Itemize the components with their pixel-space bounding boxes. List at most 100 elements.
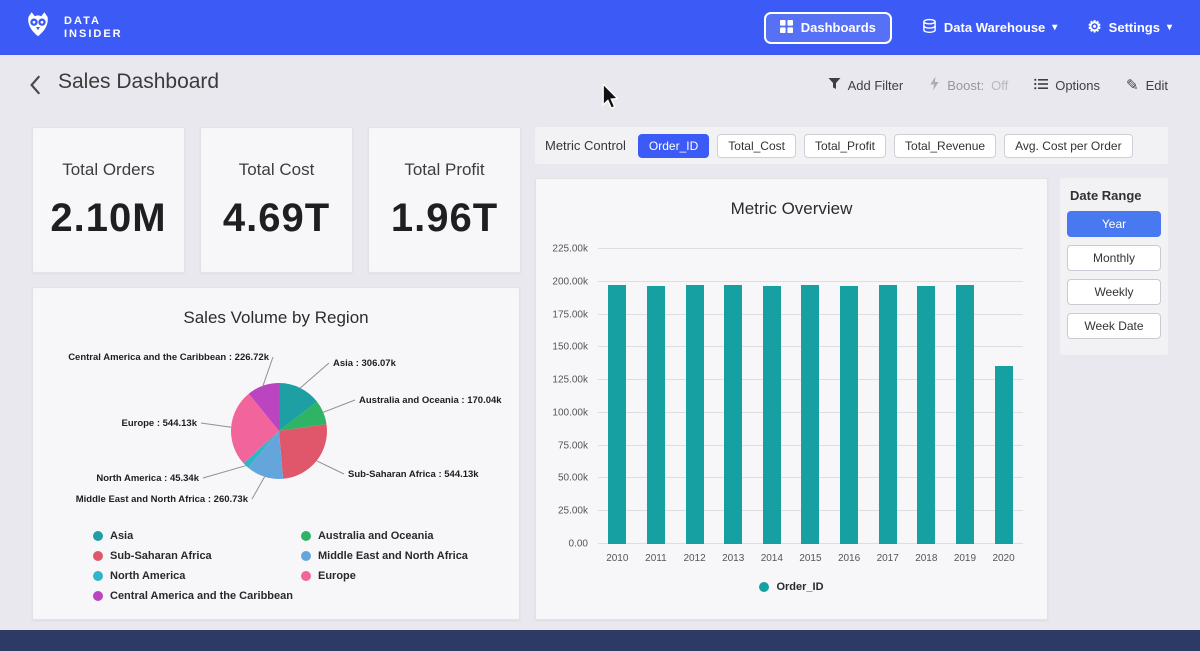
y-axis-tick: 175.00k <box>552 309 588 320</box>
bar-2016[interactable]: 2016 <box>837 249 861 544</box>
legend-dot <box>93 591 103 601</box>
bar-2017[interactable]: 2017 <box>876 249 900 544</box>
metric-overview-card: Metric Overview 0.0025.00k50.00k75.00k10… <box>535 178 1048 620</box>
bar-rect <box>917 286 935 544</box>
kpi-label: Total Orders <box>62 160 155 180</box>
boost-toggle[interactable]: Boost: Off <box>929 76 1008 94</box>
bar-2019[interactable]: 2019 <box>953 249 977 544</box>
legend-label: Australia and Oceania <box>318 530 434 542</box>
date-range-button-monthly[interactable]: Monthly <box>1067 245 1161 271</box>
nav-dashboards-label: Dashboards <box>801 20 876 35</box>
legend-dot <box>93 551 103 561</box>
boost-icon <box>929 76 940 94</box>
dashboards-grid-icon <box>780 20 793 36</box>
brand-logo[interactable]: DATA INSIDER <box>22 9 123 46</box>
kpi-card-total-profit: Total Profit 1.96T <box>368 127 521 273</box>
bar-2020[interactable]: 2020 <box>992 249 1016 544</box>
bar-plot: 0.0025.00k50.00k75.00k100.00k125.00k150.… <box>598 249 1023 544</box>
legend-item-australia-and-oceania[interactable]: Australia and Oceania <box>301 530 491 542</box>
footer-bar <box>0 630 1200 651</box>
bar-2015[interactable]: 2015 <box>798 249 822 544</box>
bar-rect <box>879 285 897 544</box>
legend-item-middle-east-and-north-africa[interactable]: Middle East and North Africa <box>301 550 491 562</box>
legend-label: Asia <box>110 530 133 542</box>
metric-button-order-id[interactable]: Order_ID <box>638 134 709 158</box>
legend-dot <box>93 531 103 541</box>
legend-dot <box>301 551 311 561</box>
legend-item-north-america[interactable]: North America <box>93 570 293 582</box>
pencil-icon: ✎ <box>1126 76 1139 94</box>
navbar-menu: Dashboards Data Warehouse ▾ ⚙ Settings ▾ <box>764 12 1172 44</box>
metric-button-total-revenue[interactable]: Total_Revenue <box>894 134 996 158</box>
metric-control-label: Metric Control <box>545 138 626 153</box>
legend-label: North America <box>110 570 185 582</box>
filter-funnel-icon <box>828 77 841 93</box>
pie-leader-line <box>300 363 329 388</box>
kpi-label: Total Cost <box>239 160 315 180</box>
nav-data-warehouse[interactable]: Data Warehouse ▾ <box>922 18 1057 37</box>
nav-data-warehouse-label: Data Warehouse <box>944 20 1045 35</box>
metric-button-avg-cost-per-order[interactable]: Avg. Cost per Order <box>1004 134 1133 158</box>
bar-2012[interactable]: 2012 <box>683 249 707 544</box>
pie-label-asia: Asia : 306.07k <box>333 358 397 369</box>
y-axis-tick: 125.00k <box>552 375 588 386</box>
metric-control-strip: Metric Control Order_ID Total_Cost Total_P… <box>535 127 1168 164</box>
y-axis-tick: 225.00k <box>552 244 588 255</box>
add-filter-label: Add Filter <box>848 78 904 93</box>
kpi-card-total-cost: Total Cost 4.69T <box>200 127 353 273</box>
back-button[interactable] <box>28 74 44 101</box>
header-actions: Add Filter Boost: Off <box>828 76 1168 94</box>
x-axis-tick: 2016 <box>838 553 860 564</box>
date-range-button-weekly[interactable]: Weekly <box>1067 279 1161 305</box>
x-axis-tick: 2020 <box>992 553 1014 564</box>
y-axis-tick: 100.00k <box>552 407 588 418</box>
pie-legend: Asia Australia and Oceania Sub-Saharan Afr… <box>93 530 491 602</box>
legend-item-sub-saharan-africa[interactable]: Sub-Saharan Africa <box>93 550 293 562</box>
bar-rect <box>763 286 781 544</box>
x-axis-tick: 2014 <box>761 553 783 564</box>
legend-item-central-america-and-the-caribbean[interactable]: Central America and the Caribbean <box>93 590 293 602</box>
nav-settings[interactable]: ⚙ Settings ▾ <box>1087 20 1172 36</box>
bar-2013[interactable]: 2013 <box>721 249 745 544</box>
boost-label: Boost: <box>947 78 984 93</box>
legend-item-europe[interactable]: Europe <box>301 570 491 582</box>
legend-item-asia[interactable]: Asia <box>93 530 293 542</box>
edit-button[interactable]: ✎ Edit <box>1126 76 1168 94</box>
pie-label-australia-and-oceania: Australia and Oceania : 170.04k <box>359 395 502 406</box>
pie-label-middle-east-and-north-africa: Middle East and North Africa : 260.73k <box>76 494 249 505</box>
boost-state: Off <box>991 78 1008 93</box>
kpi-value: 1.96T <box>391 196 498 241</box>
metric-control-buttons: Order_ID Total_Cost Total_Profit Total_Reve… <box>638 134 1133 158</box>
top-navbar: DATA INSIDER Dashboards <box>0 0 1200 55</box>
x-axis-tick: 2018 <box>915 553 937 564</box>
legend-dot <box>93 571 103 581</box>
bar-2010[interactable]: 2010 <box>605 249 629 544</box>
options-button[interactable]: Options <box>1034 78 1100 93</box>
nav-settings-label: Settings <box>1109 20 1160 35</box>
bar-rect <box>647 286 665 544</box>
date-range-button-year[interactable]: Year <box>1067 211 1161 237</box>
bar-2014[interactable]: 2014 <box>760 249 784 544</box>
metric-button-total-cost[interactable]: Total_Cost <box>717 134 796 158</box>
bar-legend-dot <box>759 582 769 592</box>
pie-slice-sub-saharan-africa[interactable] <box>279 424 327 479</box>
add-filter-button[interactable]: Add Filter <box>828 77 904 93</box>
pie-label-europe: Europe : 544.13k <box>121 418 197 429</box>
metric-button-total-profit[interactable]: Total_Profit <box>804 134 886 158</box>
y-axis-tick: 150.00k <box>552 342 588 353</box>
legend-label: Middle East and North Africa <box>318 550 468 562</box>
nav-dashboards-button[interactable]: Dashboards <box>764 12 892 44</box>
bar-2018[interactable]: 2018 <box>914 249 938 544</box>
x-axis-tick: 2012 <box>683 553 705 564</box>
date-range-button-week-date[interactable]: Week Date <box>1067 313 1161 339</box>
bar-legend-label: Order_ID <box>776 581 823 593</box>
bar-legend-item[interactable]: Order_ID <box>536 581 1047 593</box>
bar-rect <box>995 366 1013 544</box>
date-range-buttons: Year Monthly Weekly Week Date <box>1067 211 1161 339</box>
bar-rect <box>724 285 742 544</box>
gear-icon: ⚙ <box>1087 20 1101 36</box>
bar-2011[interactable]: 2011 <box>644 249 668 544</box>
owl-logo-icon <box>22 9 54 46</box>
legend-dot <box>301 571 311 581</box>
date-range-label: Date Range <box>1070 188 1161 203</box>
